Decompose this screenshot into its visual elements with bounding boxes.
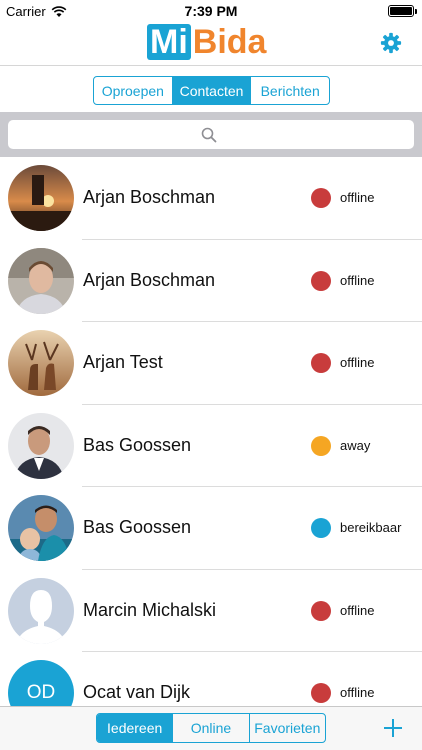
status-dot — [311, 683, 331, 703]
search-icon — [201, 127, 217, 143]
filter-online[interactable]: Online — [173, 714, 250, 742]
contact-name: Bas Goossen — [83, 434, 192, 455]
contact-list: Arjan Boschman offline Arjan Boschman of… — [0, 157, 422, 706]
status-label: offline — [340, 272, 375, 288]
contact-row[interactable]: Arjan Boschman offline — [0, 240, 422, 322]
avatar — [8, 165, 74, 231]
contact-row[interactable]: Marcin Michalski offline — [0, 570, 422, 652]
gear-icon[interactable] — [380, 32, 402, 54]
contact-row[interactable]: Arjan Test offline — [0, 322, 422, 405]
top-tab-bar: Oproepen Contacten Berichten — [93, 76, 330, 105]
contact-row[interactable]: Bas Goossen away — [0, 405, 422, 487]
logo-mi: Mi — [147, 24, 191, 60]
avatar — [8, 247, 74, 314]
status-dot — [311, 353, 331, 373]
status-dot — [311, 518, 331, 538]
status-label: offline — [340, 190, 375, 205]
contact-row[interactable]: OD Ocat van Dijk offline — [0, 652, 422, 706]
status-dot — [311, 600, 331, 621]
tab-contacten[interactable]: Contacten — [172, 77, 252, 104]
battery-icon — [388, 5, 417, 17]
avatar — [8, 577, 74, 644]
contact-name: Arjan Test — [83, 352, 163, 372]
contact-name: Arjan Boschman — [83, 269, 216, 290]
avatar — [8, 495, 74, 561]
bottom-toolbar: Iedereen Online Favorieten — [0, 706, 422, 750]
status-bar: Carrier 7:39 PM — [0, 0, 422, 22]
status-dot — [311, 435, 331, 456]
avatar: OD — [8, 660, 74, 706]
status-label: away — [340, 437, 371, 453]
logo-bida: Bida — [192, 22, 267, 61]
clock: 7:39 PM — [184, 3, 238, 19]
contact-row[interactable]: Bas Goossen bereikbaar — [0, 487, 422, 570]
status-dot — [311, 270, 331, 291]
contact-row[interactable]: Arjan Boschman offline — [0, 157, 422, 240]
status-label: offline — [340, 355, 375, 370]
tab-berichten[interactable]: Berichten — [251, 77, 329, 104]
contact-name: Ocat van Dijk — [83, 682, 191, 702]
search-bar — [0, 112, 422, 157]
contact-name: Bas Goossen — [83, 517, 192, 537]
status-label: offline — [340, 602, 375, 618]
avatar — [8, 330, 74, 396]
tab-oproepen[interactable]: Oproepen — [94, 77, 173, 104]
status-label: offline — [340, 685, 375, 700]
status-dot — [311, 188, 331, 208]
filter-iedereen[interactable]: Iedereen — [97, 714, 174, 742]
status-label: bereikbaar — [340, 520, 402, 535]
app-logo: Mi Bida — [147, 22, 266, 62]
avatar — [8, 412, 74, 479]
filter-favorieten[interactable]: Favorieten — [250, 714, 325, 742]
contact-name: Marcin Michalski — [83, 599, 217, 620]
filter-tab-bar: Iedereen Online Favorieten — [96, 713, 326, 743]
contact-name: Arjan Boschman — [83, 187, 216, 207]
plus-icon[interactable] — [382, 717, 404, 739]
search-input[interactable] — [8, 120, 414, 149]
app-header: Mi Bida — [0, 22, 422, 66]
